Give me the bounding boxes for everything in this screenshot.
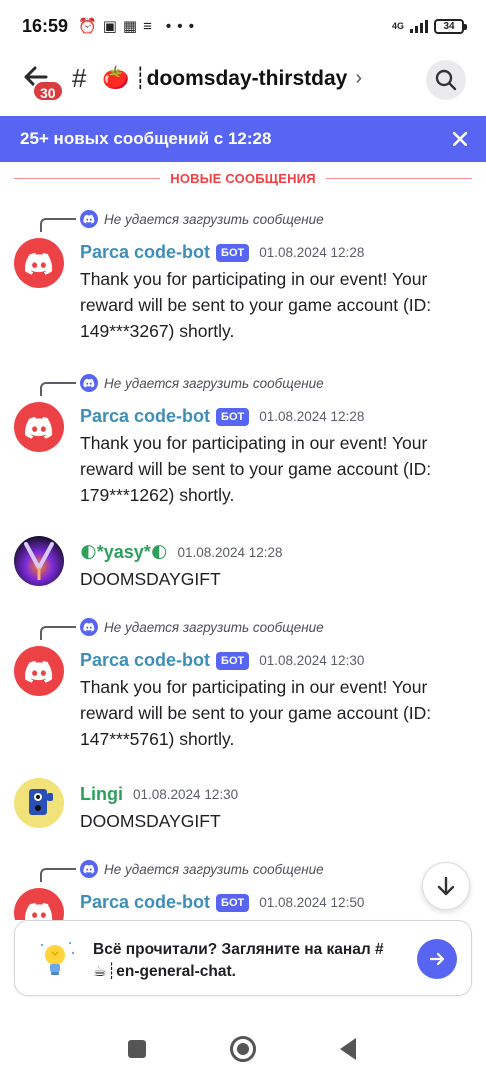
qr-icon: ▦ [122, 18, 138, 35]
message-body: Thank you for participating in our event… [80, 677, 432, 749]
channel-emoji: 🍅 [102, 65, 130, 90]
timestamp: 01.08.2024 12:50 [259, 895, 365, 910]
discord-logo-icon [25, 416, 53, 439]
back-nav-button[interactable] [340, 1038, 356, 1060]
avatar[interactable] [14, 778, 64, 828]
system-nav-bar [0, 1024, 486, 1080]
alarm-icon: ⏰ [78, 18, 97, 35]
discord-logo-icon [25, 902, 53, 920]
new-messages-banner[interactable]: 25+ новых сообщений с 12:28 [0, 116, 486, 162]
avatar[interactable] [14, 646, 64, 696]
reply-text: Не удается загрузить сообщение [104, 861, 324, 877]
search-icon [435, 69, 457, 91]
message-body: DOOMSDAYGIFT [80, 811, 221, 831]
reply-preview[interactable]: Не удается загрузить сообщение [80, 374, 324, 392]
new-messages-divider: НОВЫЕ СООБЩЕНИЯ [14, 170, 472, 186]
moon-icon: 🌓 [80, 545, 97, 562]
arrow-right-icon [429, 952, 445, 966]
jump-to-bottom-button[interactable] [422, 862, 470, 910]
arrow-down-icon [437, 876, 455, 896]
author-name-text: *yasy* [96, 542, 151, 562]
card-line-1: Всё прочитали? Загляните на канал # [93, 941, 384, 958]
search-button[interactable] [426, 60, 466, 100]
network-type: 4G [391, 20, 404, 31]
unread-badge: 30 [32, 80, 64, 102]
message[interactable]: Не удается загрузить сообщение Parca cod… [0, 858, 486, 920]
divider-label: НОВЫЕ СООБЩЕНИЯ [170, 170, 316, 186]
banner-close-button[interactable] [448, 127, 472, 151]
bot-tag: БОТ [216, 893, 250, 912]
author-name[interactable]: Lingi [80, 784, 123, 805]
notes-icon: ≡ [143, 17, 152, 35]
author-name[interactable]: 🌓*yasy*🌓 [80, 542, 167, 563]
recents-button[interactable] [128, 1040, 146, 1058]
status-bar: 16:59 ⏰ ▣ ▦ ≡ • • • 4G 34 [0, 0, 486, 52]
avatar[interactable] [14, 536, 64, 586]
all-read-card[interactable]: Всё прочитали? Загляните на канал # ☕┊en… [14, 920, 472, 996]
more-notifications-icon: • • • [165, 17, 195, 35]
message-body: DOOMSDAYGIFT [80, 569, 221, 589]
reply-preview[interactable]: Не удается загрузить сообщение [80, 860, 324, 878]
home-button[interactable] [230, 1036, 256, 1062]
bot-tag: БОТ [216, 407, 250, 426]
discord-icon [80, 210, 98, 228]
moon-icon: 🌓 [150, 545, 168, 562]
banner-text: 25+ новых сообщений с 12:28 [20, 129, 272, 148]
timestamp: 01.08.2024 12:28 [259, 245, 365, 260]
reply-preview[interactable]: Не удается загрузить сообщение [80, 210, 324, 228]
message-body: Thank you for participating in our event… [80, 269, 432, 341]
reply-preview[interactable]: Не удается загрузить сообщение [80, 618, 324, 636]
reply-text: Не удается загрузить сообщение [104, 619, 324, 635]
avatar-image [24, 542, 54, 580]
close-icon [453, 132, 467, 146]
discord-logo-icon [25, 252, 53, 275]
timestamp: 01.08.2024 12:30 [133, 787, 239, 802]
avatar[interactable] [14, 238, 64, 288]
channel-title[interactable]: ┊doomsday-thirstday › [134, 66, 362, 91]
status-time: 16:59 [22, 15, 69, 36]
go-to-channel-button[interactable] [417, 939, 457, 979]
calendar-icon: ▣ [102, 18, 117, 35]
lightbulb-icon [35, 937, 79, 981]
author-name[interactable]: Parca code-bot [80, 242, 210, 263]
timestamp: 01.08.2024 12:28 [177, 545, 283, 560]
discord-icon [80, 618, 98, 636]
author-name[interactable]: Parca code-bot [80, 650, 210, 671]
signal-icon [410, 19, 428, 33]
reply-text: Не удается загрузить сообщение [104, 375, 324, 391]
chevron-right-icon: › [355, 67, 363, 89]
discord-icon [80, 374, 98, 392]
timestamp: 01.08.2024 12:30 [259, 653, 365, 668]
channel-name-text: ┊doomsday-thirstday [134, 67, 348, 90]
discord-logo-icon [25, 660, 53, 683]
message-body: Thank you for participating in our event… [80, 433, 432, 505]
bot-tag: БОТ [216, 243, 250, 262]
avatar[interactable] [14, 888, 64, 920]
card-line-2[interactable]: ☕┊en-general-chat. [93, 961, 403, 983]
reply-text: Не удается загрузить сообщение [104, 211, 324, 227]
author-name[interactable]: Parca code-bot [80, 406, 210, 427]
battery-icon: 34 [434, 18, 467, 34]
discord-icon [80, 860, 98, 878]
bot-tag: БОТ [216, 651, 250, 670]
timestamp: 01.08.2024 12:28 [259, 409, 365, 424]
channel-header: # 🍅 ┊doomsday-thirstday › [0, 52, 486, 110]
avatar[interactable] [14, 402, 64, 452]
author-name[interactable]: Parca code-bot [80, 892, 210, 913]
channel-hash-icon: # [72, 63, 87, 93]
avatar-image [29, 789, 53, 815]
